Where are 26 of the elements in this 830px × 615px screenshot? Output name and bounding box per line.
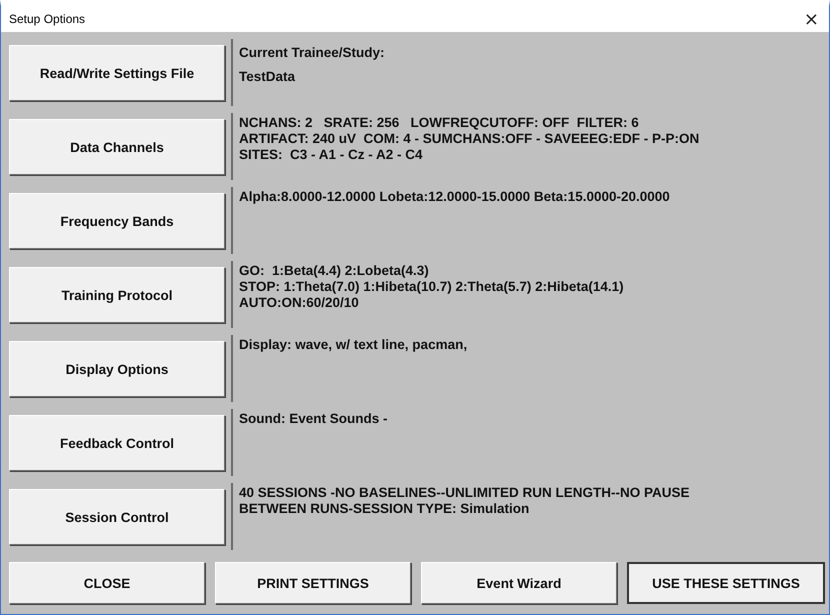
setting-text: AUTO:ON:60/20/10 bbox=[239, 295, 360, 311]
setting-text: GO: 1:Beta(4.4) 2:Lobeta(4.3) bbox=[239, 263, 430, 279]
section-button[interactable]: Read/Write Settings File bbox=[9, 45, 225, 101]
setting-text: 40 SESSIONS -NO BASELINES--UNLIMITED RUN LENGTH--NO PAUSE bbox=[239, 485, 691, 501]
setting-text: SITES: C3 - A1 - Cz - A2 - C4 bbox=[239, 147, 424, 163]
section-button[interactable]: Feedback Control bbox=[9, 415, 225, 471]
section-button[interactable]: Training Protocol bbox=[9, 267, 225, 323]
section-button[interactable]: Session Control bbox=[9, 489, 225, 545]
dialog-button[interactable]: Event Wizard bbox=[421, 562, 617, 604]
setting-text: Alpha:8.0000-12.0000 Lobeta:12.0000-15.0000 Beta:15.0000-20.0000 bbox=[239, 189, 671, 205]
setting-text: NCHANS: 2 SRATE: 256 LOWFREQCUTOFF: OFF FILTER: 6 bbox=[239, 115, 640, 131]
setting-text: BETWEEN RUNS-SESSION TYPE: Simulation bbox=[239, 501, 530, 517]
dialog-button[interactable]: PRINT SETTINGS bbox=[215, 562, 411, 604]
section-button[interactable]: Display Options bbox=[9, 341, 225, 397]
section-button[interactable]: Data Channels bbox=[9, 119, 225, 175]
setting-text: ARTIFACT: 240 uV COM: 4 - SUMCHANS:OFF - SAVEEEG:EDF - P-P:ON bbox=[239, 131, 700, 147]
window-title: Setup Options bbox=[9, 12, 86, 26]
setting-text: TestData bbox=[239, 68, 296, 86]
setting-text: Current Trainee/Study: bbox=[239, 44, 386, 62]
setting-text: Display: wave, w/ text line, pacman, bbox=[239, 337, 468, 353]
dialog-button[interactable]: USE THESE SETTINGS bbox=[627, 562, 825, 604]
section-button[interactable]: Frequency Bands bbox=[9, 193, 225, 249]
setting-text: Sound: Event Sounds - bbox=[239, 411, 388, 427]
close-button[interactable]: × bbox=[800, 8, 823, 30]
dialog-button[interactable]: CLOSE bbox=[9, 562, 205, 604]
setting-text: STOP: 1:Theta(7.0) 1:Hibeta(10.7) 2:Theta(5.7) 2:Hibeta(14.1) bbox=[239, 279, 625, 295]
